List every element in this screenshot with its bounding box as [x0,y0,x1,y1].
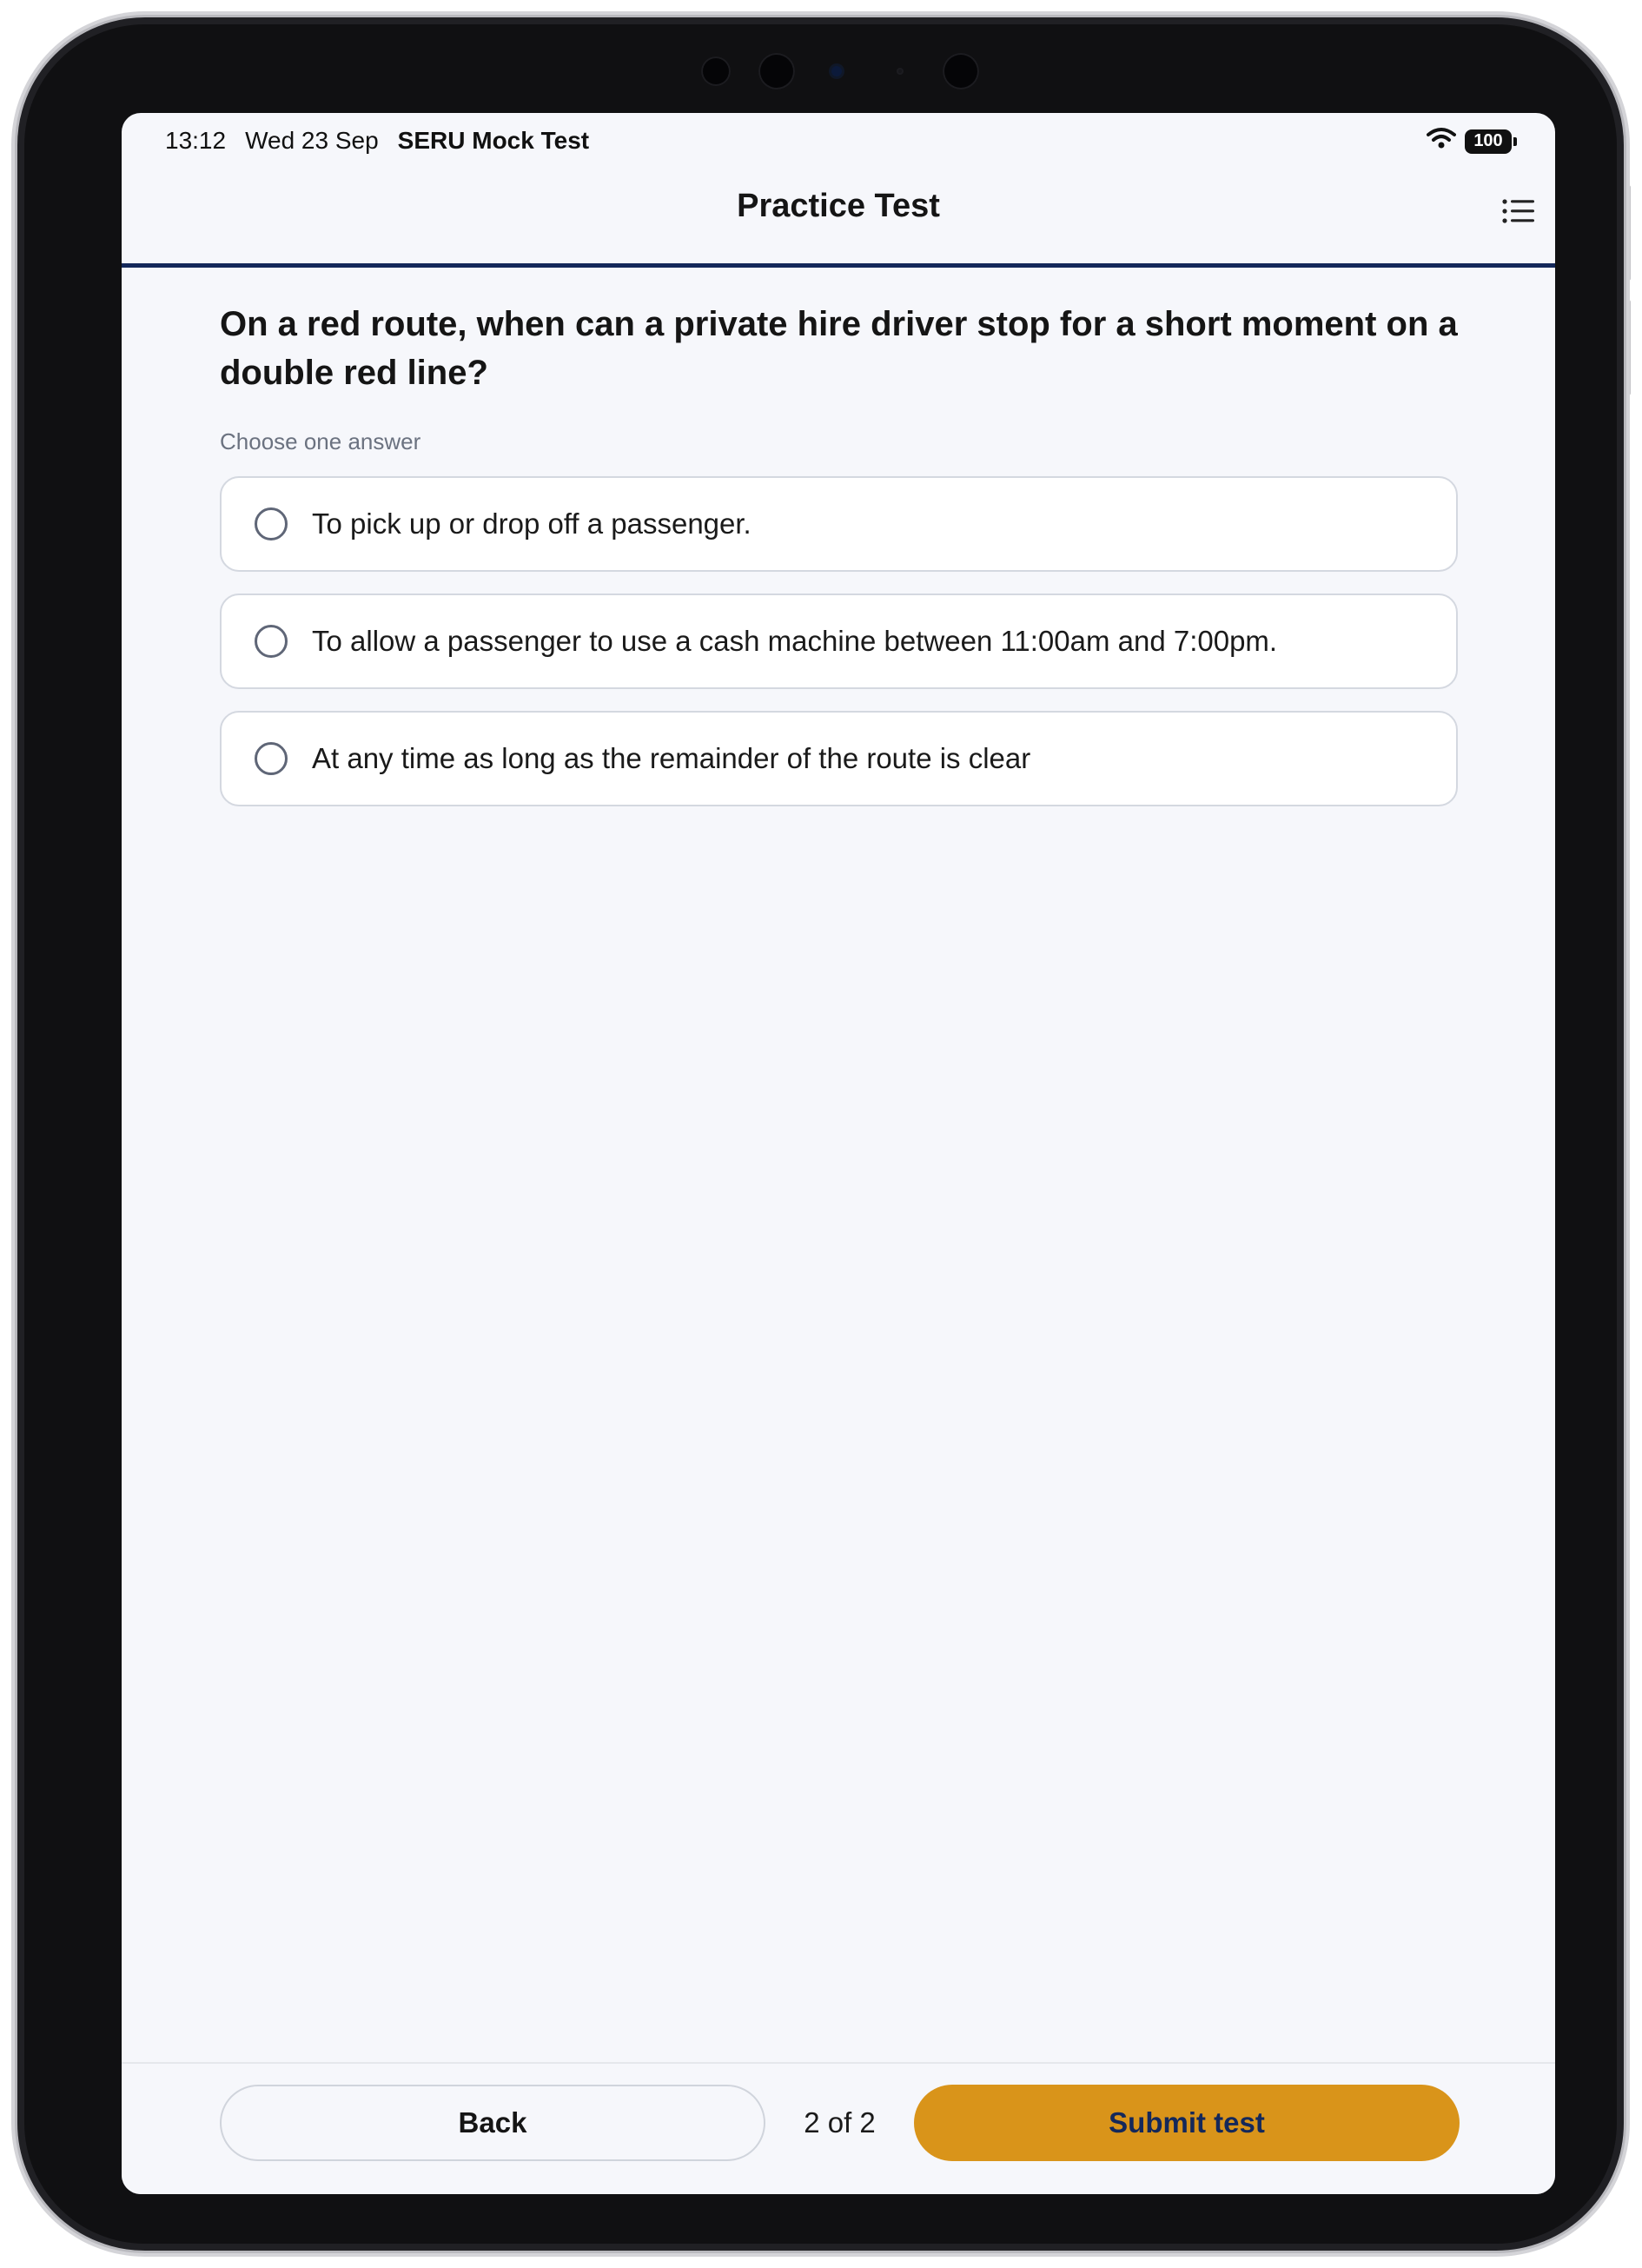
camera-sensors [701,52,979,90]
status-right: 100 [1427,127,1517,156]
question-text: On a red route, when can a private hire … [220,305,1458,392]
list-icon[interactable] [1500,192,1538,230]
radio-icon[interactable] [255,625,288,658]
navigation-bar: Practice Test [122,169,1555,268]
answer-option-label: To allow a passenger to use a cash machi… [312,625,1278,657]
radio-icon[interactable] [255,507,288,540]
question-progress: 2 of 2 [804,2106,876,2139]
status-bar: 13:12 Wed 23 Sep SERU Mock Test 100 [122,113,1555,169]
question-section: On a red route, when can a private hire … [220,300,1458,806]
submit-test-button[interactable]: Submit test [914,2085,1460,2161]
camera-lens [831,66,842,76]
radio-icon[interactable] [255,742,288,775]
sensor-dot [943,53,979,90]
sensor-dot [701,56,731,86]
answer-option-label: To pick up or drop off a passenger. [312,507,751,540]
status-time: 13:12 [165,127,227,154]
page-title: Practice Test [737,188,940,224]
screen: 13:12 Wed 23 Sep SERU Mock Test 100 Prac… [122,113,1555,2194]
status-date: Wed 23 Sep [245,127,379,154]
volume-down-button [1626,300,1631,395]
answer-option-2[interactable]: To allow a passenger to use a cash machi… [220,594,1458,689]
status-left: 13:12 Wed 23 Sep SERU Mock Test [165,127,589,155]
sensor-dot [758,53,795,90]
answer-option-1[interactable]: To pick up or drop off a passenger. [220,476,1458,572]
tablet-frame: 13:12 Wed 23 Sep SERU Mock Test 100 Prac… [15,15,1626,2253]
sensor-dot [897,68,904,75]
answer-option-3[interactable]: At any time as long as the remainder of … [220,711,1458,806]
wifi-icon [1427,127,1456,156]
volume-up-button [1626,185,1631,281]
battery-icon: 100 [1465,129,1517,154]
answer-options: To pick up or drop off a passenger. To a… [220,476,1458,806]
battery-level: 100 [1473,131,1503,150]
answer-instruction: Choose one answer [220,428,421,454]
back-button[interactable]: Back [220,2085,765,2161]
status-app-name: SERU Mock Test [397,127,590,154]
answer-option-label: At any time as long as the remainder of … [312,742,1031,774]
footer-bar: Back 2 of 2 Submit test [122,2062,1555,2194]
